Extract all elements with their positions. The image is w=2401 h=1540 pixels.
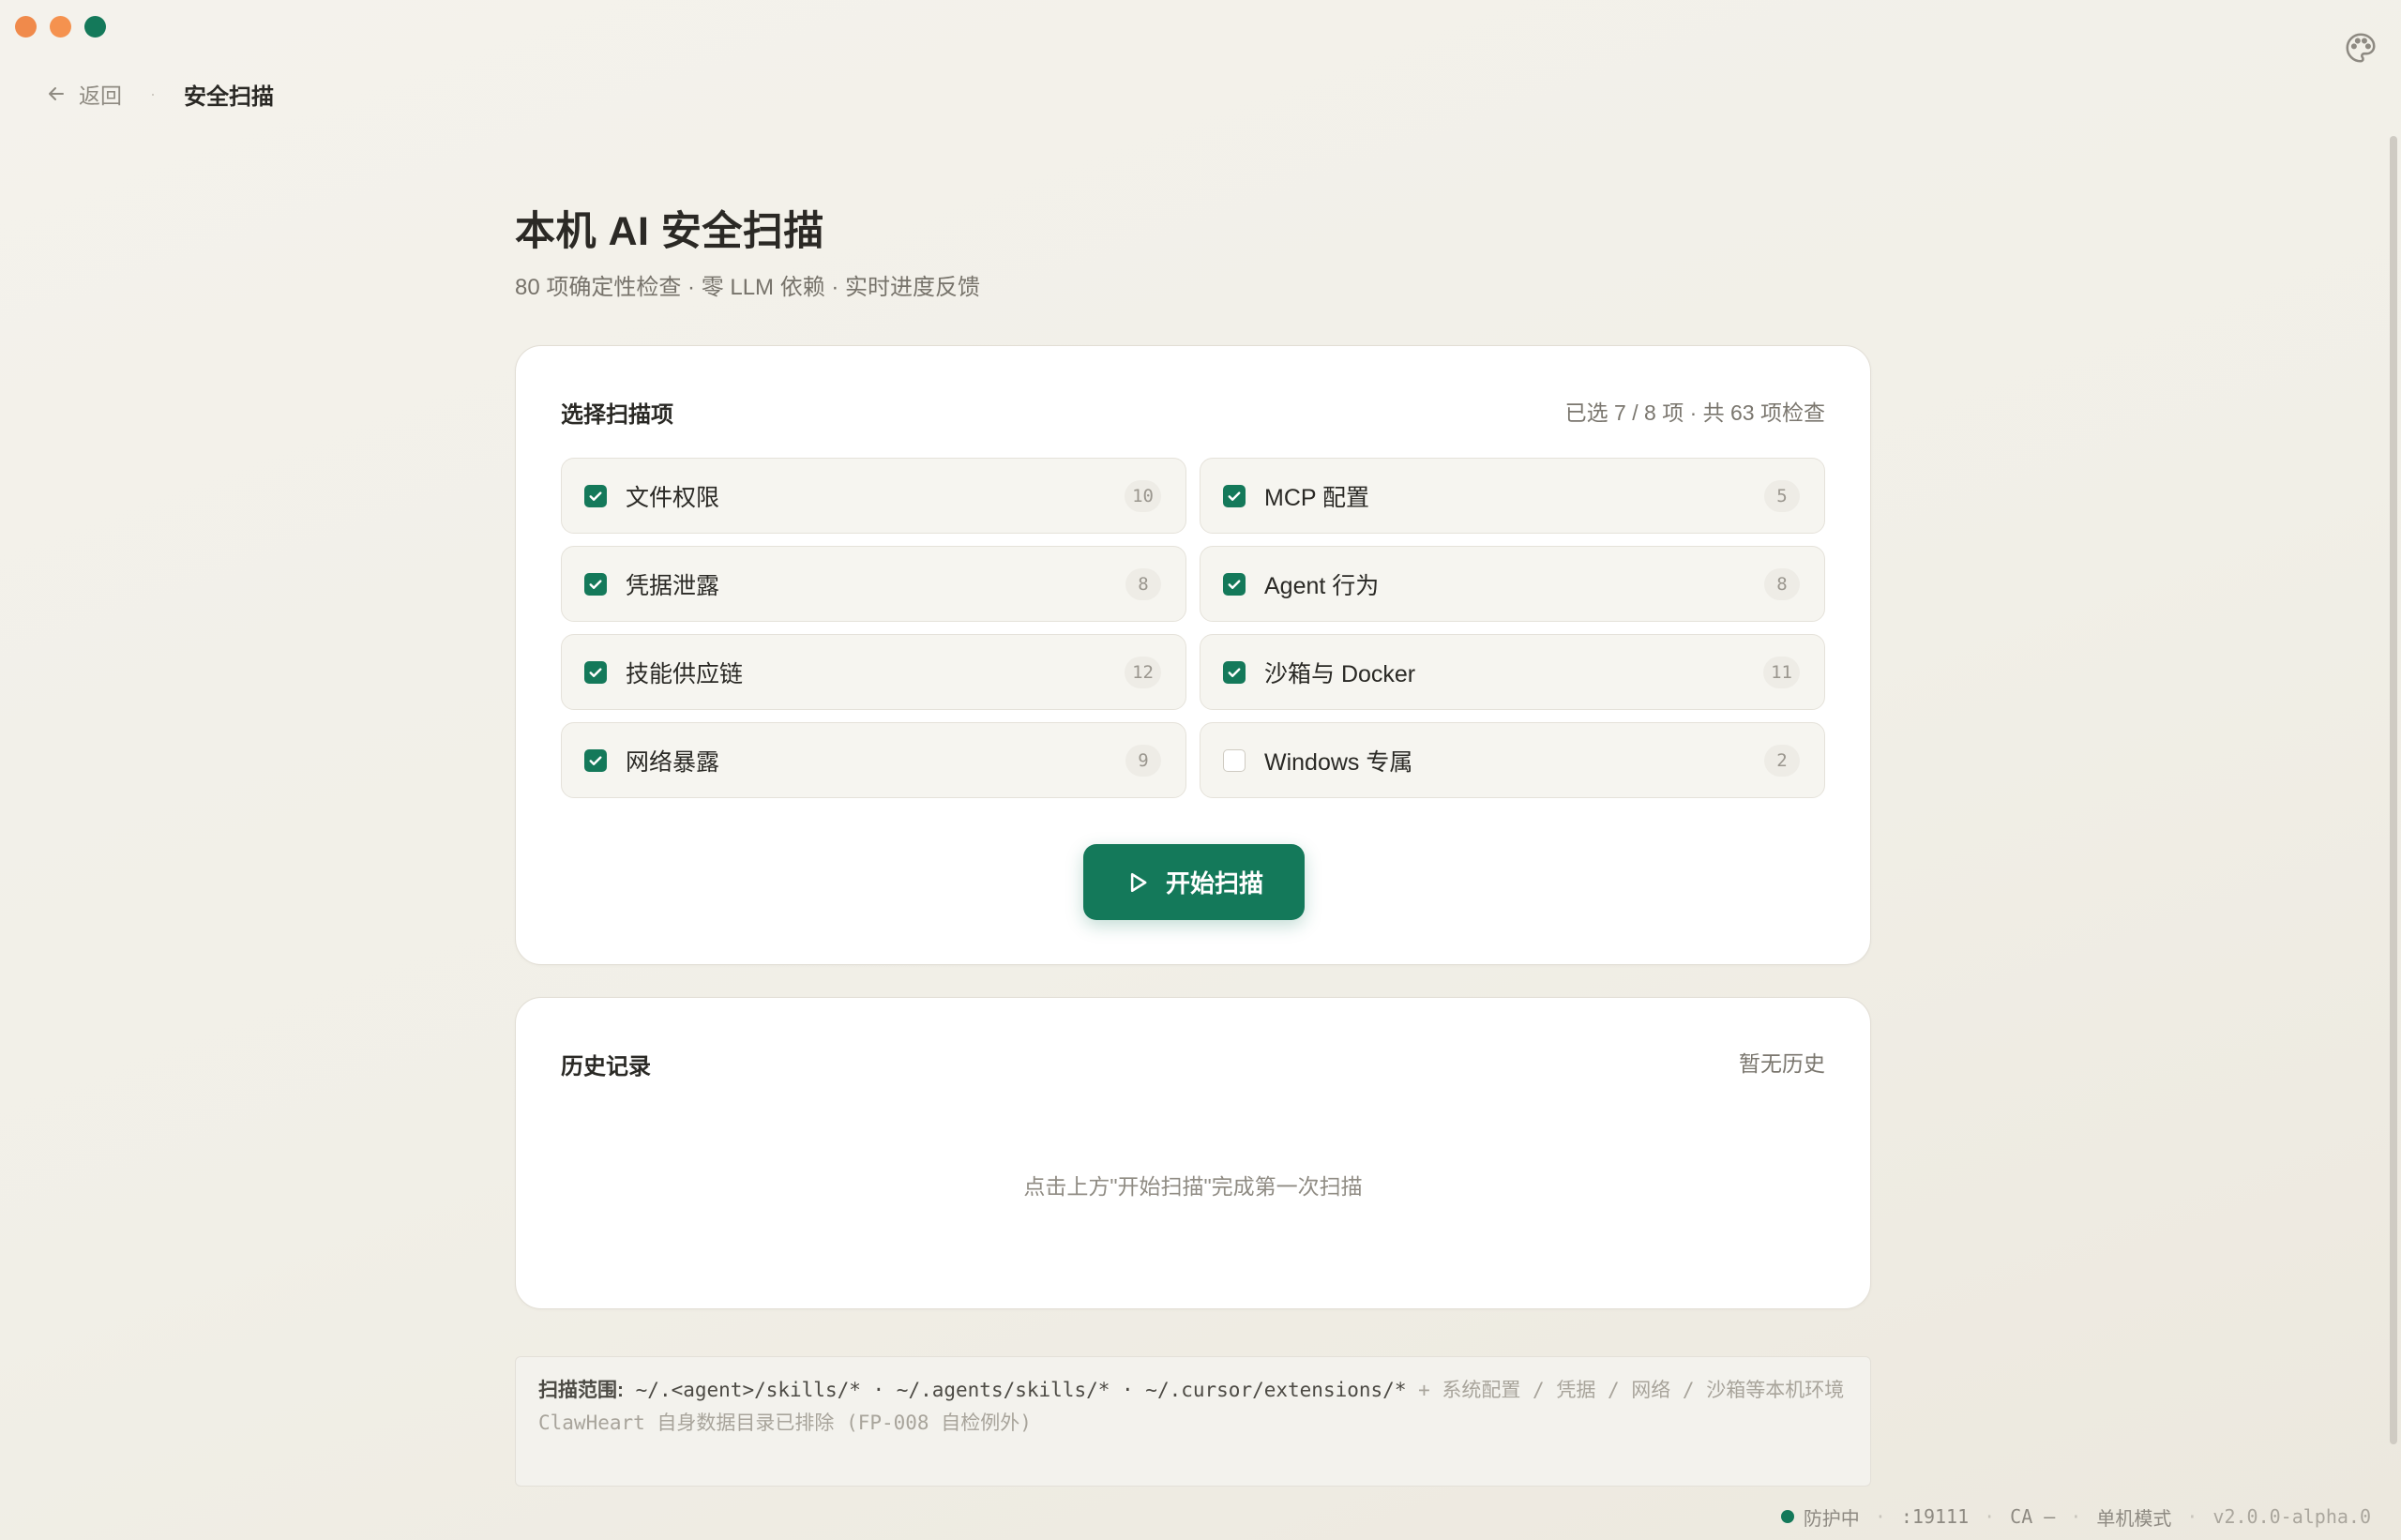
scan-item-label: 技能供应链 (626, 660, 744, 687)
check-count-badge: 11 (1763, 656, 1800, 688)
back-button[interactable]: 返回 (45, 78, 122, 110)
scan-item-sandbox-docker[interactable]: 沙箱与 Docker 11 (1200, 634, 1825, 710)
check-icon (589, 667, 602, 677)
scan-item-skill-supply-chain[interactable]: 技能供应链 12 (561, 634, 1186, 710)
checkbox[interactable] (1223, 484, 1246, 507)
close-window-button[interactable] (15, 16, 37, 38)
page-subtitle: 80 项确定性检查 · 零 LLM 依赖 · 实时进度反馈 (515, 275, 981, 300)
check-count-badge: 5 (1764, 479, 1800, 512)
ca-indicator: CA — (2010, 1505, 2056, 1528)
scope-label: 扫描范围: (538, 1380, 624, 1401)
minimize-window-button[interactable] (50, 16, 71, 38)
back-arrow-icon (49, 87, 64, 100)
scan-item-label: 文件权限 (626, 484, 720, 511)
start-scan-button[interactable]: 开始扫描 (1083, 844, 1305, 920)
checkbox[interactable] (1223, 748, 1246, 772)
checkbox[interactable] (1223, 660, 1246, 684)
scope-paths: ~/.<agent>/skills/* · ~/.agents/skills/*… (635, 1379, 1407, 1401)
scan-item-label: MCP 配置 (1264, 484, 1370, 511)
history-empty-hint: 点击上方"开始扫描"完成第一次扫描 (1023, 1174, 1363, 1199)
check-icon (589, 491, 602, 501)
scan-card-title: 选择扫描项 (561, 402, 673, 428)
check-count-badge: 8 (1764, 567, 1800, 600)
port-indicator: :19111 (1900, 1505, 1970, 1528)
breadcrumb-current: 安全扫描 (184, 83, 274, 110)
selection-summary: 已选 7 / 8 项 · 共 63 项检查 (1564, 400, 1825, 425)
check-icon (589, 755, 602, 765)
scan-selection-card: 选择扫描项 已选 7 / 8 项 · 共 63 项检查 文件权限 10 MCP … (515, 345, 1871, 965)
palette-icon[interactable] (2343, 30, 2378, 66)
check-count-badge: 8 (1125, 567, 1161, 600)
check-count-badge: 2 (1764, 744, 1800, 777)
protection-status-dot (1780, 1510, 1794, 1523)
checkbox[interactable] (584, 484, 607, 507)
protection-status: 防护中 (1803, 1508, 1860, 1530)
history-title: 历史记录 (561, 1054, 651, 1080)
scan-scope-note: 扫描范围: ~/.<agent>/skills/* · ~/.agents/sk… (515, 1356, 1871, 1487)
mode-indicator: 单机模式 (2096, 1508, 2172, 1530)
scope-exclusion-note: ClawHeart 自身数据目录已排除 (FP-008 自检例外) (538, 1412, 1032, 1434)
play-icon (1130, 872, 1147, 892)
scan-item-file-permissions[interactable]: 文件权限 10 (561, 458, 1186, 534)
checkbox[interactable] (584, 748, 607, 772)
scan-item-grid: 文件权限 10 MCP 配置 5 凭据泄露 8 Agent 行为 8 技能供应链 (561, 458, 1825, 798)
scan-item-agent-behavior[interactable]: Agent 行为 8 (1200, 546, 1825, 622)
start-scan-label: 开始扫描 (1165, 869, 1263, 898)
page-title: 本机 AI 安全扫描 (515, 209, 824, 254)
history-card: 历史记录 暂无历史 点击上方"开始扫描"完成第一次扫描 (515, 997, 1871, 1309)
check-icon (1228, 579, 1241, 589)
window-controls (15, 16, 106, 38)
maximize-window-button[interactable] (84, 16, 106, 38)
back-label: 返回 (79, 83, 122, 108)
check-icon (589, 579, 602, 589)
scope-extra: + 系统配置 / 凭据 / 网络 / 沙箱等本机环境 (1418, 1379, 1845, 1401)
check-icon (1228, 491, 1241, 501)
scan-item-mcp-config[interactable]: MCP 配置 5 (1200, 458, 1825, 534)
check-icon (1228, 667, 1241, 677)
check-count-badge: 12 (1125, 656, 1161, 688)
scan-item-label: 网络暴露 (626, 748, 720, 776)
scan-item-label: 沙箱与 Docker (1264, 660, 1416, 687)
check-count-badge: 10 (1125, 479, 1161, 512)
check-count-badge: 9 (1125, 744, 1161, 777)
scan-item-credential-leak[interactable]: 凭据泄露 8 (561, 546, 1186, 622)
version-label: v2.0.0-alpha.0 (2212, 1505, 2371, 1528)
checkbox[interactable] (584, 572, 607, 596)
scan-item-windows-only[interactable]: Windows 专属 2 (1200, 722, 1825, 798)
scan-item-label: Windows 专属 (1264, 748, 1413, 776)
scan-item-network-exposure[interactable]: 网络暴露 9 (561, 722, 1186, 798)
scrollbar[interactable] (2390, 136, 2397, 1444)
breadcrumb-separator: · (150, 83, 156, 103)
scan-item-label: 凭据泄露 (626, 572, 720, 599)
history-empty-tag: 暂无历史 (1739, 1051, 1825, 1076)
scan-item-label: Agent 行为 (1264, 572, 1380, 599)
checkbox[interactable] (584, 660, 607, 684)
status-bar: 防护中 · :19111 · CA — · 单机模式 · v2.0.0-alph… (1780, 1502, 2371, 1531)
checkbox[interactable] (1223, 572, 1246, 596)
breadcrumb: 返回 · 安全扫描 (45, 75, 274, 113)
